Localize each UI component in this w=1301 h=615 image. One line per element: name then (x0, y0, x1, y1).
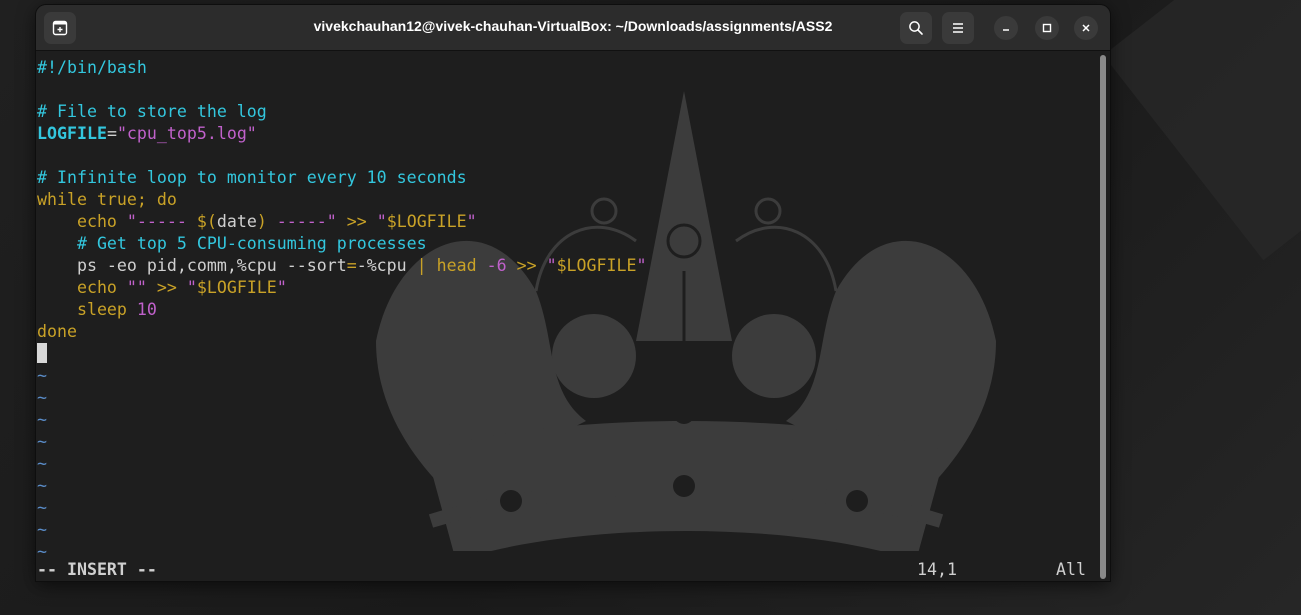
code-token: -----" (266, 212, 337, 231)
code-token: " (376, 212, 387, 231)
text-cursor (37, 343, 47, 363)
code-line: echo "" >> "$LOGFILE" (37, 277, 647, 299)
maximize-icon (1042, 23, 1052, 33)
code-token: " (546, 256, 557, 275)
code-token: >> (506, 256, 547, 275)
code-line: # Infinite loop to monitor every 10 seco… (37, 167, 647, 189)
code-token: -6 (486, 256, 507, 275)
code-token: echo (37, 278, 127, 297)
empty-line-marker: ~ (37, 498, 47, 517)
code-token: " (186, 278, 197, 297)
code-token: = (106, 124, 117, 143)
code-token: = (346, 256, 357, 275)
code-token: done (37, 322, 77, 341)
code-token: $( (196, 212, 217, 231)
hamburger-menu-icon (953, 23, 963, 33)
code-token: # Infinite loop to monitor every 10 seco… (37, 168, 467, 187)
code-token: ) (256, 212, 267, 231)
code-token: ps -eo pid,comm,%cpu --sort (37, 256, 347, 275)
code-token: -%cpu (356, 256, 417, 275)
code-line: while true; do (37, 189, 647, 211)
code-token: >> (336, 212, 377, 231)
code-token: $LOGFILE (386, 212, 467, 231)
menu-button[interactable] (942, 12, 974, 44)
code-line: LOGFILE="cpu_top5.log" (37, 123, 647, 145)
code-token: # File to store the log (37, 102, 267, 121)
code-token: " (276, 278, 287, 297)
maximize-button[interactable] (1035, 16, 1059, 40)
code-line: # Get top 5 CPU-consuming processes (37, 233, 647, 255)
code-token: "cpu_top5.log" (116, 124, 257, 143)
code-token: " (466, 212, 477, 231)
code-line: #!/bin/bash (37, 57, 647, 79)
search-button[interactable] (900, 12, 932, 44)
code-token: " (636, 256, 647, 275)
empty-line-marker: ~ (37, 432, 47, 451)
empty-line-marker: ~ (37, 366, 47, 385)
code-token: $LOGFILE (196, 278, 277, 297)
title-bar[interactable]: vivekchauhan12@vivek-chauhan-VirtualBox:… (36, 5, 1110, 51)
scroll-position: All (1056, 560, 1086, 579)
code-token: "----- (126, 212, 197, 231)
code-token: # Get top 5 CPU-consuming processes (37, 234, 427, 253)
code-token: sleep (37, 300, 137, 319)
code-token: | (416, 256, 427, 275)
vim-status-line: -- INSERT -- 14,1 All (36, 559, 1096, 581)
code-token: >> (146, 278, 187, 297)
search-icon (909, 21, 923, 35)
empty-line-marker: ~ (37, 410, 47, 429)
empty-line-marker: ~ (37, 520, 47, 539)
code-line: echo "----- $(date) -----" >> "$LOGFILE" (37, 211, 647, 233)
code-token: LOGFILE (37, 124, 107, 143)
code-token: $LOGFILE (556, 256, 637, 275)
empty-line-marker: ~ (37, 476, 47, 495)
minimize-button[interactable] (994, 16, 1018, 40)
code-line: ps -eo pid,comm,%cpu --sort=-%cpu | head… (37, 255, 647, 277)
terminal-content[interactable]: #!/bin/bash # File to store the log LOGFI… (36, 51, 1110, 581)
cursor-position: 14,1 (917, 560, 957, 579)
terminal-window: vivekchauhan12@vivek-chauhan-VirtualBox:… (36, 5, 1110, 581)
code-token: echo (37, 212, 127, 231)
empty-line-marker: ~ (37, 454, 47, 473)
vim-mode-indicator: -- INSERT -- (37, 560, 157, 579)
vertical-scrollbar[interactable] (1100, 55, 1106, 579)
code-token: "" (126, 278, 147, 297)
empty-line-marker: ~ (37, 388, 47, 407)
cursor-line (37, 343, 647, 365)
minimize-icon (1003, 29, 1009, 31)
code-token: 10 (136, 300, 157, 319)
close-icon (1082, 24, 1090, 32)
code-token: date (216, 212, 257, 231)
code-line: sleep 10 (37, 299, 647, 321)
code-token: while true; do (37, 190, 177, 209)
close-button[interactable] (1074, 16, 1098, 40)
code-line: # File to store the log (37, 101, 647, 123)
code-line: done (37, 321, 647, 343)
code-token: head (426, 256, 487, 275)
vim-editor-buffer[interactable]: #!/bin/bash # File to store the log LOGFI… (37, 57, 647, 563)
code-token: #!/bin/bash (37, 58, 147, 77)
